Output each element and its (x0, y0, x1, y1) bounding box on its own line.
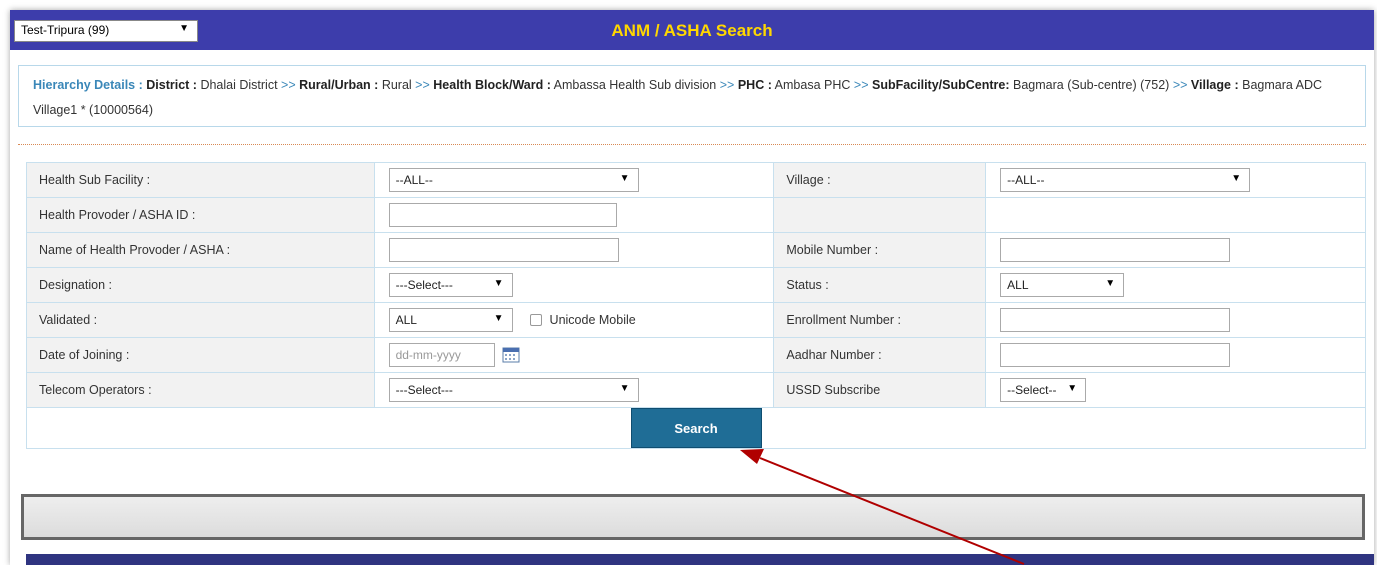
chevron-down-icon: ▼ (1105, 278, 1116, 289)
hierarchy-separator: >> (415, 78, 430, 92)
aadhar-number-label: Aadhar Number : (773, 337, 987, 373)
chevron-down-icon: ▼ (1067, 383, 1078, 394)
ussd-subscribe-select[interactable]: --Select-- ▼ (1000, 378, 1087, 402)
district-value: Dhalai District (200, 78, 278, 92)
hierarchy-lead: Hierarchy Details : (33, 78, 143, 92)
village-filter-label: Village : (773, 162, 987, 198)
search-button[interactable]: Search (630, 408, 762, 448)
unicode-mobile-checkbox[interactable] (530, 314, 543, 326)
results-panel (21, 494, 1365, 540)
unicode-mobile-label: Unicode Mobile (549, 313, 636, 327)
subfacility-label: SubFacility/SubCentre: (871, 78, 1010, 92)
mobile-number-label: Mobile Number : (773, 232, 987, 268)
provider-name-input[interactable] (388, 238, 619, 262)
hierarchy-details: Hierarchy Details : District : Dhalai Di… (18, 65, 1366, 127)
validated-label: Validated : (26, 302, 375, 338)
hierarchy-separator: >> (719, 78, 735, 92)
search-form: Health Sub Facility : --ALL-- ▼ Village … (26, 162, 1366, 449)
date-of-joining-input[interactable]: dd-mm-yyyy (388, 343, 495, 367)
chevron-down-icon: ▼ (619, 173, 630, 184)
page-title: ANM / ASHA Search (611, 21, 773, 40)
validated-select[interactable]: ALL ▼ (388, 308, 513, 332)
provider-id-label: Health Provoder / ASHA ID : (26, 197, 375, 233)
status-select-value: ALL (1007, 278, 1029, 292)
village-select-value: --ALL-- (1007, 173, 1045, 187)
chevron-down-icon: ▼ (619, 383, 630, 394)
telecom-operators-value: ---Select--- (395, 383, 453, 397)
enrollment-number-label: Enrollment Number : (773, 302, 987, 338)
aadhar-number-input[interactable] (1000, 343, 1231, 367)
header-bar: Test-Tripura (99) ▼ ANM / ASHA Search (10, 10, 1374, 50)
hierarchy-separator: >> (853, 78, 869, 92)
district-label: District : (146, 78, 197, 92)
telecom-operators-select[interactable]: ---Select--- ▼ (388, 378, 639, 402)
designation-select[interactable]: ---Select--- ▼ (388, 273, 513, 297)
chevron-down-icon: ▼ (493, 313, 504, 324)
village-select[interactable]: --ALL-- ▼ (1000, 168, 1251, 192)
mobile-number-input[interactable] (1000, 238, 1231, 262)
ussd-subscribe-value: --Select-- (1007, 383, 1057, 397)
calendar-icon[interactable] (502, 347, 520, 363)
village-label: Village : (1190, 78, 1239, 92)
hierarchy-separator: >> (1172, 78, 1188, 92)
designation-label: Designation : (26, 267, 375, 303)
date-of-joining-label: Date of Joining : (26, 337, 375, 373)
block-value: Ambassa Health Sub division (553, 78, 717, 92)
phc-label: PHC : (737, 78, 772, 92)
enrollment-number-input[interactable] (1000, 308, 1231, 332)
subfacility-value: Bagmara (Sub-centre) (752) (1013, 78, 1170, 92)
phc-value: Ambasa PHC (774, 78, 851, 92)
health-sub-facility-label: Health Sub Facility : (26, 162, 375, 198)
health-sub-facility-value: --ALL-- (395, 173, 433, 187)
telecom-operators-label: Telecom Operators : (26, 372, 375, 408)
validated-select-value: ALL (395, 313, 417, 327)
empty-cell (985, 197, 1366, 233)
designation-select-value: ---Select--- (395, 278, 453, 292)
empty-cell (773, 197, 987, 233)
hierarchy-separator: >> (281, 78, 296, 92)
ussd-subscribe-label: USSD Subscribe (773, 372, 987, 408)
provider-id-input[interactable] (388, 203, 617, 227)
block-label: Health Block/Ward : (433, 78, 551, 92)
health-sub-facility-select[interactable]: --ALL-- ▼ (388, 168, 639, 192)
dotted-divider (18, 144, 1366, 145)
status-label: Status : (773, 267, 987, 303)
area-label: Rural/Urban : (299, 78, 379, 92)
page-container: Test-Tripura (99) ▼ ANM / ASHA Search Hi… (10, 10, 1374, 565)
provider-name-label: Name of Health Provoder / ASHA : (26, 232, 375, 268)
status-select[interactable]: ALL ▼ (1000, 273, 1125, 297)
footer-band (26, 554, 1374, 565)
chevron-down-icon: ▼ (493, 278, 504, 289)
chevron-down-icon: ▼ (1231, 173, 1242, 184)
area-value: Rural (381, 78, 412, 92)
